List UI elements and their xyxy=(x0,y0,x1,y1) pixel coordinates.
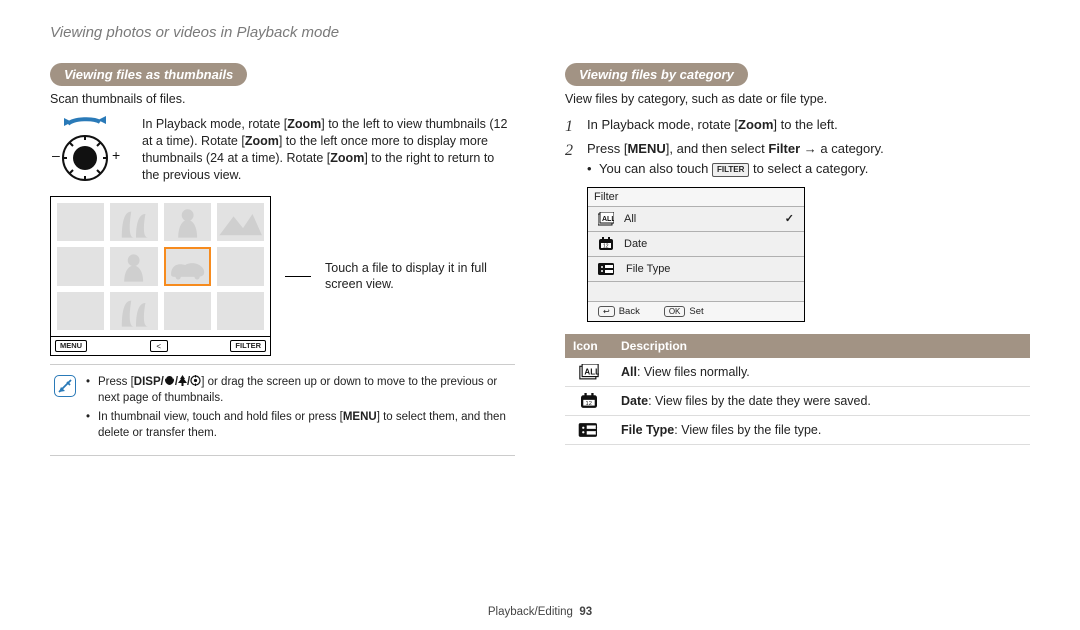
all-icon: ALL xyxy=(579,364,599,380)
filter-set-button: OKSet xyxy=(664,306,704,317)
filter-mini-button: FILTER xyxy=(712,163,749,176)
svg-text:ALL: ALL xyxy=(584,367,599,376)
svg-text:12: 12 xyxy=(603,243,609,249)
filter-menu-title: Filter xyxy=(588,188,804,207)
dial-instruction-text: In Playback mode, rotate [Zoom] to the l… xyxy=(142,116,515,184)
note-item-2: In thumbnail view, touch and hold files … xyxy=(86,410,511,441)
selected-thumbnail xyxy=(164,247,211,285)
svg-text:+: + xyxy=(112,147,120,163)
section-heading-category: Viewing files by category xyxy=(565,63,748,86)
step-2-sub: You can also touch FILTER to select a ca… xyxy=(587,160,1030,178)
zoom-dial-illustration: – + xyxy=(50,116,128,186)
filetype-icon xyxy=(578,422,600,438)
calendar-icon: 12 xyxy=(598,237,614,251)
category-caption: View files by category, such as date or … xyxy=(565,92,1030,106)
th-icon: Icon xyxy=(565,334,613,358)
calendar-icon: 12 xyxy=(579,393,599,409)
svg-text:–: – xyxy=(52,147,60,163)
table-row-all: ALL All: View files normally. xyxy=(565,358,1030,387)
thumbnails-caption: Scan thumbnails of files. xyxy=(50,92,515,106)
table-row-filetype: File Type: View files by the file type. xyxy=(565,415,1030,444)
filter-back-button: ↩Back xyxy=(598,306,640,317)
page-title: Viewing photos or videos in Playback mod… xyxy=(50,24,1030,41)
filter-row-date: 12 Date xyxy=(588,232,804,257)
note-box: Press [DISP///] or drag the screen up or… xyxy=(50,364,515,456)
callout-touch-file: Touch a file to display it in full scree… xyxy=(325,260,515,293)
step-1: 1 In Playback mode, rotate [Zoom] to the… xyxy=(565,116,1030,134)
checkmark-icon: ✓ xyxy=(785,212,794,225)
right-column: Viewing files by category View files by … xyxy=(565,63,1030,456)
lcd-filter-button: FILTER xyxy=(230,340,266,352)
left-column: Viewing files as thumbnails Scan thumbna… xyxy=(50,63,515,456)
filetype-icon xyxy=(598,262,616,276)
all-icon: ALL xyxy=(598,212,614,226)
note-item-1: Press [DISP///] or drag the screen up or… xyxy=(86,375,511,406)
filter-row-filetype: File Type xyxy=(588,257,804,282)
svg-text:12: 12 xyxy=(586,401,592,407)
lcd-share-icon: < xyxy=(150,340,168,352)
section-heading-thumbnails: Viewing files as thumbnails xyxy=(50,63,247,86)
page-footer: Playback/Editing 93 xyxy=(0,606,1080,618)
filter-row-all: ALL All ✓ xyxy=(588,207,804,232)
icon-description-table: Icon Description ALL All: View files nor… xyxy=(565,334,1030,445)
svg-text:ALL: ALL xyxy=(602,216,614,223)
lcd-menu-button: MENU xyxy=(55,340,87,352)
note-icon xyxy=(54,375,76,397)
filter-menu-screen: Filter ALL All ✓ 12 Date File Type ↩Back… xyxy=(587,187,805,322)
table-row-date: 12 Date: View files by the date they wer… xyxy=(565,386,1030,415)
step-2: 2 Press [MENU], and then select Filter →… xyxy=(565,140,1030,178)
th-description: Description xyxy=(613,334,1030,358)
lcd-thumbnail-screen: MENU < FILTER xyxy=(50,196,271,356)
